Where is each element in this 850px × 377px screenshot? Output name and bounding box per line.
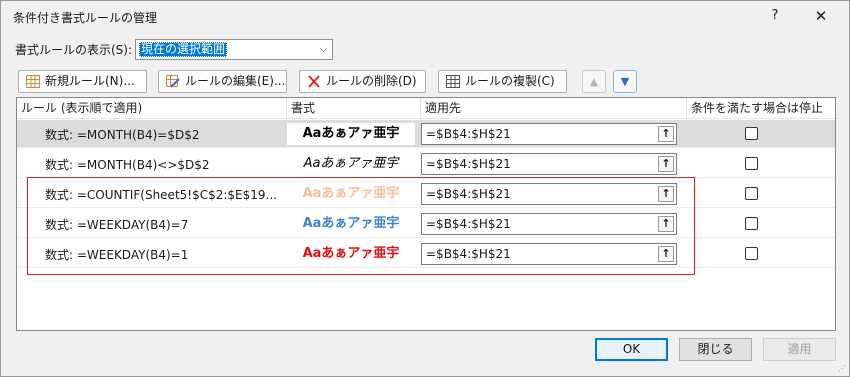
duplicate-rule-button[interactable]: ルールの複製(C) bbox=[438, 70, 567, 93]
show-rules-label: 書式ルールの表示(S): bbox=[15, 43, 133, 57]
duplicate-rule-label: ルールの複製(C) bbox=[465, 74, 555, 88]
close-icon[interactable]: ✕ bbox=[807, 5, 835, 27]
new-rule-label: 新規ルール(N)... bbox=[45, 74, 135, 88]
collapse-dialog-icon[interactable]: ↑ bbox=[658, 216, 674, 232]
help-button[interactable]: ? bbox=[763, 5, 787, 27]
table-grid-icon bbox=[26, 75, 40, 88]
collapse-dialog-icon[interactable]: ↑ bbox=[658, 186, 674, 202]
collapse-dialog-icon[interactable]: ↑ bbox=[658, 246, 674, 262]
applies-to-field[interactable]: =$B$4:$H$21 ↑ bbox=[421, 123, 677, 145]
column-header-rule[interactable]: ルール (表示順で適用) bbox=[17, 98, 287, 118]
rule-formula: 数式: =MONTH(B4)<>$D$2 bbox=[45, 158, 210, 172]
applies-to-value: =$B$4:$H$21 bbox=[426, 157, 511, 171]
edit-rule-button[interactable]: ルールの編集(E)... bbox=[158, 70, 287, 93]
applies-to-field[interactable]: =$B$4:$H$21 ↑ bbox=[421, 213, 677, 235]
applies-to-field[interactable]: =$B$4:$H$21 ↑ bbox=[421, 153, 677, 175]
applies-to-field[interactable]: =$B$4:$H$21 ↑ bbox=[421, 183, 677, 205]
column-header-format[interactable]: 書式 bbox=[287, 98, 421, 118]
duplicate-grid-icon bbox=[446, 75, 460, 88]
title-bar: 条件付き書式ルールの管理 ? ✕ bbox=[1, 1, 849, 33]
rule-formula: 数式: =WEEKDAY(B4)=1 bbox=[45, 248, 189, 262]
dialog-title: 条件付き書式ルールの管理 bbox=[13, 11, 158, 25]
rule-formula: 数式: =WEEKDAY(B4)=7 bbox=[45, 218, 189, 232]
format-preview: Aaあぁアァ亜宇 bbox=[302, 246, 400, 261]
close-button[interactable]: 閉じる bbox=[679, 338, 752, 361]
collapse-dialog-icon[interactable]: ↑ bbox=[658, 126, 674, 142]
ok-button[interactable]: OK bbox=[595, 338, 668, 361]
rule-formula: 数式: =MONTH(B4)=$D$2 bbox=[45, 128, 200, 142]
move-up-button[interactable]: ▲ bbox=[582, 70, 606, 93]
table-row[interactable]: 数式: =WEEKDAY(B4)=1 Aaあぁアァ亜宇 =$B$4:$H$21 … bbox=[17, 240, 835, 268]
column-header-applies-to[interactable]: 適用先 bbox=[421, 98, 687, 118]
apply-button[interactable]: 適用 bbox=[763, 338, 836, 361]
stop-if-true-checkbox[interactable] bbox=[745, 127, 758, 140]
show-rules-dropdown[interactable]: 現在の選択範囲 ⌵ bbox=[135, 39, 333, 60]
delete-x-icon bbox=[308, 75, 320, 88]
table-row[interactable]: 数式: =WEEKDAY(B4)=7 Aaあぁアァ亜宇 =$B$4:$H$21 … bbox=[17, 210, 835, 238]
format-preview: Aaあぁアァ亜宇 bbox=[303, 156, 399, 171]
rule-formula: 数式: =COUNTIF(Sheet5!$C$2:$E$19... bbox=[45, 188, 277, 202]
new-rule-button[interactable]: 新規ルール(N)... bbox=[18, 70, 147, 93]
table-row[interactable]: 数式: =COUNTIF(Sheet5!$C$2:$E$19... Aaあぁアァ… bbox=[17, 180, 835, 208]
delete-rule-button[interactable]: ルールの削除(D) bbox=[299, 70, 426, 93]
stop-if-true-checkbox[interactable] bbox=[745, 247, 758, 260]
delete-rule-label: ルールの削除(D) bbox=[326, 74, 417, 88]
applies-to-value: =$B$4:$H$21 bbox=[426, 247, 511, 261]
format-preview: Aaあぁアァ亜宇 bbox=[302, 216, 400, 231]
rules-table: ルール (表示順で適用) 書式 適用先 条件を満たす場合は停止 数式: =MON… bbox=[16, 97, 836, 331]
table-row[interactable]: 数式: =MONTH(B4)=$D$2 Aaあぁアァ亜宇 =$B$4:$H$21… bbox=[17, 120, 835, 148]
format-preview: Aaあぁアァ亜宇 bbox=[302, 186, 400, 201]
stop-if-true-checkbox[interactable] bbox=[745, 217, 758, 230]
conditional-formatting-dialog: 条件付き書式ルールの管理 ? ✕ 書式ルールの表示(S): 現在の選択範囲 ⌵ … bbox=[0, 0, 850, 377]
applies-to-field[interactable]: =$B$4:$H$21 ↑ bbox=[421, 243, 677, 265]
stop-if-true-checkbox[interactable] bbox=[745, 157, 758, 170]
chevron-down-icon[interactable]: ⌵ bbox=[315, 40, 332, 59]
column-header-stop-if-true[interactable]: 条件を満たす場合は停止 bbox=[687, 98, 835, 118]
applies-to-value: =$B$4:$H$21 bbox=[426, 127, 511, 141]
header-divider bbox=[17, 118, 835, 119]
applies-to-value: =$B$4:$H$21 bbox=[426, 187, 511, 201]
collapse-dialog-icon[interactable]: ↑ bbox=[658, 156, 674, 172]
edit-pencil-icon bbox=[166, 75, 180, 88]
format-preview: Aaあぁアァ亜宇 bbox=[287, 123, 415, 145]
table-row[interactable]: 数式: =MONTH(B4)<>$D$2 Aaあぁアァ亜宇 =$B$4:$H$2… bbox=[17, 150, 835, 178]
resize-grip-icon[interactable]: ⋰ bbox=[838, 364, 846, 373]
show-rules-selected-value: 現在の選択範囲 bbox=[139, 42, 228, 57]
move-down-button[interactable]: ▼ bbox=[613, 70, 637, 93]
stop-if-true-checkbox[interactable] bbox=[745, 187, 758, 200]
applies-to-value: =$B$4:$H$21 bbox=[426, 217, 511, 231]
edit-rule-label: ルールの編集(E)... bbox=[185, 74, 286, 88]
